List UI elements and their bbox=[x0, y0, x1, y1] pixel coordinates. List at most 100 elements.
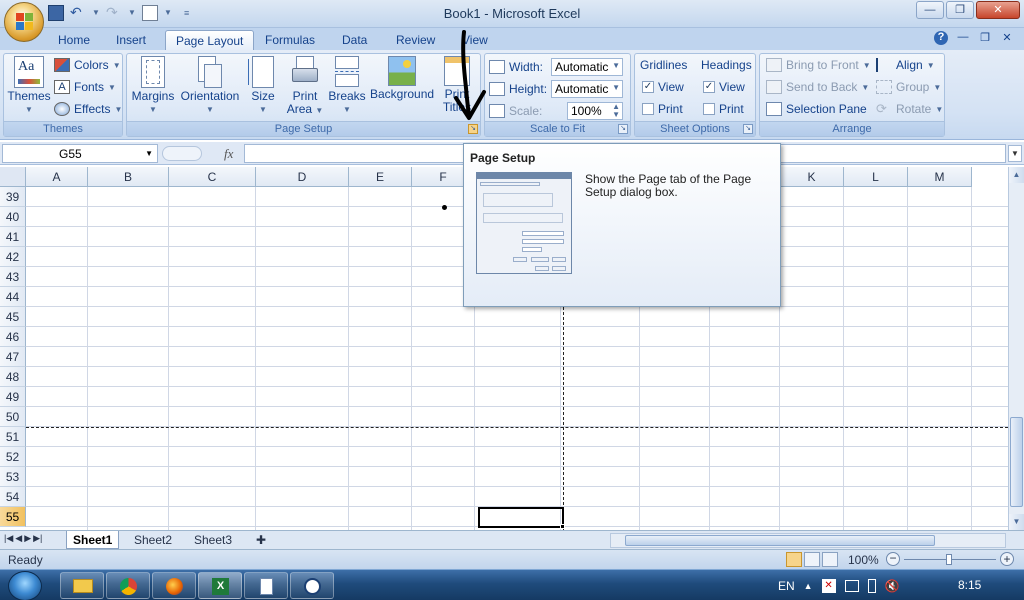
row-header-50[interactable]: 50 bbox=[0, 407, 26, 427]
column-header-d[interactable]: D bbox=[256, 167, 349, 187]
column-header-m[interactable]: M bbox=[908, 167, 972, 187]
vertical-scroll-thumb[interactable] bbox=[1010, 417, 1023, 507]
restore-workbook-icon[interactable]: ❐ bbox=[978, 31, 992, 45]
headings-print-row[interactable]: Print bbox=[703, 102, 744, 116]
column-header-c[interactable]: C bbox=[169, 167, 256, 187]
effects-button[interactable]: Effects ▼ bbox=[54, 102, 122, 116]
sheet-tab-sheet1[interactable]: Sheet1 bbox=[66, 531, 120, 549]
network-icon[interactable] bbox=[844, 579, 859, 592]
page-layout-view-icon[interactable] bbox=[804, 552, 820, 567]
help-icon[interactable]: ? bbox=[934, 31, 948, 45]
last-sheet-icon[interactable]: ▶| bbox=[33, 533, 42, 544]
themes-button[interactable]: Aa Themes ▼ bbox=[7, 56, 51, 116]
zoom-in-icon[interactable]: + bbox=[1000, 552, 1014, 566]
column-header-e[interactable]: E bbox=[349, 167, 412, 187]
rotate-button[interactable]: ⟳ Rotate ▼ bbox=[876, 102, 943, 116]
close-workbook-icon[interactable]: ✕ bbox=[1000, 31, 1014, 45]
row-header-44[interactable]: 44 bbox=[0, 287, 26, 307]
row-header-54[interactable]: 54 bbox=[0, 487, 26, 507]
row-header-51[interactable]: 51 bbox=[0, 427, 26, 447]
office-button[interactable] bbox=[4, 2, 44, 42]
normal-view-icon[interactable] bbox=[786, 552, 802, 567]
send-to-back-button[interactable]: Send to Back ▼ bbox=[766, 80, 869, 94]
breaks-button[interactable]: Breaks ▼ bbox=[327, 56, 367, 116]
row-header-45[interactable]: 45 bbox=[0, 307, 26, 327]
tab-review[interactable]: Review bbox=[386, 30, 445, 50]
horizontal-scrollbar[interactable] bbox=[610, 533, 1006, 548]
colors-button[interactable]: Colors ▼ bbox=[54, 58, 121, 72]
scroll-down-icon[interactable]: ▼ bbox=[1009, 514, 1024, 530]
name-box[interactable]: G55 ▼ bbox=[2, 144, 158, 163]
column-header-a[interactable]: A bbox=[26, 167, 88, 187]
row-header-48[interactable]: 48 bbox=[0, 367, 26, 387]
firefox-taskbar-icon[interactable] bbox=[152, 572, 196, 599]
gridlines-print-row[interactable]: Print bbox=[642, 102, 683, 116]
headings-view-row[interactable]: ✓ View bbox=[703, 80, 745, 94]
expand-formula-bar-icon[interactable]: ▼ bbox=[1008, 145, 1022, 162]
sheet-options-launcher-icon[interactable]: ↘ bbox=[743, 124, 753, 134]
zoom-thumb[interactable] bbox=[946, 554, 952, 565]
tab-formulas[interactable]: Formulas bbox=[255, 30, 325, 50]
row-header-40[interactable]: 40 bbox=[0, 207, 26, 227]
size-button[interactable]: Size ▼ bbox=[245, 56, 281, 116]
start-button[interactable] bbox=[8, 571, 42, 600]
maximize-button[interactable]: ❐ bbox=[946, 1, 974, 19]
minimize-button[interactable]: — bbox=[916, 1, 944, 19]
sheet-tab-sheet2[interactable]: Sheet2 bbox=[128, 531, 178, 549]
width-select[interactable]: Automatic ▼ bbox=[551, 58, 623, 76]
group-button[interactable]: Group ▼ bbox=[876, 80, 941, 94]
column-header-k[interactable]: K bbox=[780, 167, 844, 187]
scale-to-fit-launcher-icon[interactable]: ↘ bbox=[618, 124, 628, 134]
insert-function-button[interactable]: fx bbox=[224, 146, 233, 162]
zoom-level[interactable]: 100% bbox=[848, 553, 879, 567]
vertical-scrollbar[interactable]: ▲ ▼ bbox=[1008, 167, 1024, 530]
notepad-taskbar-icon[interactable] bbox=[244, 572, 288, 599]
column-header-l[interactable]: L bbox=[844, 167, 908, 187]
margins-button[interactable]: Margins ▼ bbox=[131, 56, 175, 116]
background-button[interactable]: Background bbox=[370, 56, 434, 101]
fill-handle[interactable] bbox=[560, 524, 565, 529]
insert-sheet-icon[interactable]: ✚ bbox=[250, 531, 272, 549]
tab-insert[interactable]: Insert bbox=[106, 30, 156, 50]
active-cell[interactable] bbox=[478, 507, 564, 528]
row-header-49[interactable]: 49 bbox=[0, 387, 26, 407]
print-area-button[interactable]: Print Area ▼ bbox=[285, 56, 325, 117]
tab-page-layout[interactable]: Page Layout bbox=[165, 30, 255, 50]
zoom-slider[interactable]: − + bbox=[886, 552, 1018, 567]
scroll-up-icon[interactable]: ▲ bbox=[1009, 167, 1024, 183]
tab-home[interactable]: Home bbox=[48, 30, 100, 50]
first-sheet-icon[interactable]: |◀ bbox=[4, 533, 13, 544]
zoom-out-icon[interactable]: − bbox=[886, 552, 900, 566]
fonts-button[interactable]: A Fonts ▼ bbox=[54, 80, 116, 94]
sheet-tab-sheet3[interactable]: Sheet3 bbox=[188, 531, 238, 549]
gridlines-print-checkbox[interactable] bbox=[642, 103, 654, 115]
prev-sheet-icon[interactable]: ◀ bbox=[15, 533, 22, 544]
row-header-39[interactable]: 39 bbox=[0, 187, 26, 207]
row-header-42[interactable]: 42 bbox=[0, 247, 26, 267]
select-all-button[interactable] bbox=[0, 167, 26, 187]
language-indicator[interactable]: EN bbox=[778, 579, 795, 593]
row-header-41[interactable]: 41 bbox=[0, 227, 26, 247]
minimize-workbook-icon[interactable]: — bbox=[956, 31, 970, 45]
scale-spinner[interactable]: 100% ▲ ▼ bbox=[567, 102, 623, 120]
bring-to-front-button[interactable]: Bring to Front ▼ bbox=[766, 58, 871, 72]
excel-taskbar-icon[interactable]: X bbox=[198, 572, 242, 599]
close-button[interactable]: ✕ bbox=[976, 1, 1020, 19]
row-header-55[interactable]: 55 bbox=[0, 507, 26, 527]
volume-muted-icon[interactable]: 🔇 bbox=[885, 579, 900, 593]
headings-print-checkbox[interactable] bbox=[703, 103, 715, 115]
row-header-53[interactable]: 53 bbox=[0, 467, 26, 487]
tab-data[interactable]: Data bbox=[332, 30, 377, 50]
page-setup-dialog-launcher-icon[interactable]: ↘ bbox=[468, 124, 478, 134]
horizontal-scroll-thumb[interactable] bbox=[625, 535, 935, 546]
column-header-b[interactable]: B bbox=[88, 167, 169, 187]
expand-handle-icon[interactable] bbox=[162, 146, 202, 161]
show-hidden-icons-icon[interactable]: ▲ bbox=[804, 581, 813, 591]
next-sheet-icon[interactable]: ▶ bbox=[24, 533, 31, 544]
row-header-46[interactable]: 46 bbox=[0, 327, 26, 347]
flag-icon[interactable]: ✕ bbox=[821, 578, 836, 593]
chrome-taskbar-icon[interactable] bbox=[106, 572, 150, 599]
recorder-taskbar-icon[interactable] bbox=[290, 572, 334, 599]
height-select[interactable]: Automatic ▼ bbox=[551, 80, 623, 98]
row-header-47[interactable]: 47 bbox=[0, 347, 26, 367]
